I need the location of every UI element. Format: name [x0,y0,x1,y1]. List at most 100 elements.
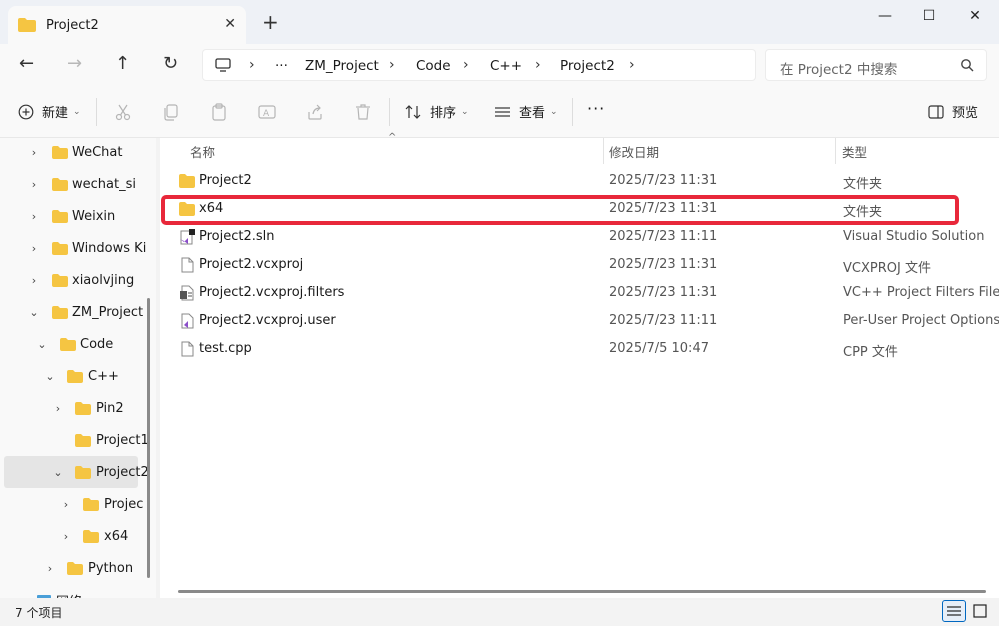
sidebar-scrollbar[interactable] [147,298,150,578]
minimize-button[interactable]: — [862,6,908,26]
close-window-button[interactable]: ✕ [952,6,998,26]
paste-icon[interactable] [209,102,229,122]
column-divider[interactable] [603,138,604,164]
breadcrumb-zm-project[interactable]: ZM_Project [305,58,379,74]
breadcrumb-overflow[interactable]: ··· [275,58,288,74]
tree-item-wechat[interactable]: › WeChat [0,138,150,168]
chevron-right-icon[interactable]: › [535,57,541,73]
search-input[interactable]: 在 Project2 中搜索 [780,58,897,78]
column-header-name[interactable]: 名称 [190,142,215,161]
file-type: Visual Studio Solution [843,229,985,244]
tree-item-project2[interactable]: ⌄ Project2 [4,456,149,488]
tree-item-xiaolvjing[interactable]: › xiaolvjing [0,264,150,296]
column-divider[interactable] [835,138,836,164]
file-row-project2-vcxproj-user[interactable]: Project2.vcxproj.user 2025/7/23 11:11 Pe… [160,307,999,335]
delete-icon[interactable] [353,102,373,122]
tree-item-label: WeChat [72,144,123,160]
chevron-down-icon[interactable]: ⌄ [28,306,40,319]
column-header-type[interactable]: 类型 [842,142,867,161]
chevron-right-icon[interactable]: › [389,57,395,73]
search-box[interactable]: 在 Project2 中搜索 [765,49,987,81]
folder-icon [52,305,68,319]
tree-item-code[interactable]: ⌄ Code [0,328,150,360]
chevron-right-icon[interactable]: › [60,498,72,511]
tab-project2[interactable]: Project2 ✕ [8,6,246,44]
vs-solution-icon [180,229,195,245]
cut-icon[interactable] [113,102,133,122]
tree-item-weixin[interactable]: › Weixin [0,200,150,232]
share-icon[interactable] [305,102,325,122]
file-row-project2-vcxproj-filters[interactable]: Project2.vcxproj.filters 2025/7/23 11:31… [160,279,999,307]
new-label: 新建 [42,106,69,121]
file-name: Project2.sln [199,229,275,244]
file-type: 文件夹 [843,177,883,192]
computer-icon [215,58,231,72]
tree-item-label: Pin2 [96,400,124,416]
details-view-button[interactable] [942,600,966,622]
chevron-right-icon[interactable]: › [629,57,635,73]
file-row-project2[interactable]: Project2 2025/7/23 11:31 文件夹 [160,167,999,195]
tree-item-windows-kits[interactable]: › Windows Ki [0,232,150,264]
forward-arrow-icon[interactable]: → [67,54,82,74]
preview-pane-button[interactable]: 预览 [928,102,978,121]
more-options-button[interactable]: ··· [587,99,605,118]
folder-icon [67,369,83,383]
file-row-project2-vcxproj[interactable]: Project2.vcxproj 2025/7/23 11:31 VCXPROJ… [160,251,999,279]
folder-icon [52,241,68,255]
back-arrow-icon[interactable]: ← [19,54,34,74]
chevron-down-icon[interactable]: ⌄ [52,466,64,479]
chevron-right-icon[interactable]: › [60,530,72,543]
tree-item-x64[interactable]: › x64 [0,520,150,552]
sort-button[interactable]: 排序 ⌄ [405,102,469,121]
chevron-right-icon: › [249,57,255,73]
horizontal-scrollbar[interactable] [178,590,986,593]
tree-item-python[interactable]: › Python [0,552,150,584]
chevron-right-icon[interactable]: › [28,146,40,159]
folder-icon [52,209,68,223]
copy-icon[interactable] [161,102,181,122]
filters-file-icon [180,285,194,301]
tiles-view-button[interactable] [968,600,992,622]
up-arrow-icon[interactable]: ↑ [115,54,130,74]
chevron-right-icon[interactable]: › [28,210,40,223]
breadcrumb-cpp[interactable]: C++ [490,58,522,74]
refresh-icon[interactable]: ↻ [163,54,178,74]
column-header-date[interactable]: 修改日期 [609,142,659,161]
view-button[interactable]: 查看 ⌄ [494,102,558,121]
tree-item-project1[interactable]: Project1 [0,424,150,456]
tree-item-wechat-si[interactable]: › wechat_si [0,168,150,200]
rename-icon[interactable]: A [257,102,277,122]
tree-item-projec[interactable]: › Projec [0,488,150,520]
chevron-right-icon[interactable]: › [463,57,469,73]
chevron-right-icon[interactable]: › [28,242,40,255]
chevron-right-icon[interactable]: › [44,562,56,575]
new-tab-button[interactable]: + [262,12,279,32]
file-name: Project2.vcxproj.user [199,313,336,328]
file-row-test-cpp[interactable]: test.cpp 2025/7/5 10:47 CPP 文件 [160,335,999,363]
file-row-project2-sln[interactable]: Project2.sln 2025/7/23 11:11 Visual Stud… [160,223,999,251]
tree-item-cpp[interactable]: ⌄ C++ [0,360,150,392]
tree-item-label: wechat_si [72,176,136,192]
tree-item-zm-project[interactable]: ⌄ ZM_Project [0,296,150,328]
search-icon[interactable] [960,58,974,72]
file-name: Project2.vcxproj.filters [199,285,345,300]
chevron-down-icon[interactable]: ⌄ [36,338,48,351]
chevron-right-icon[interactable]: › [52,402,64,415]
vs-user-icon [180,313,194,329]
view-label: 查看 [519,106,546,121]
breadcrumb-code[interactable]: Code [416,58,451,74]
chevron-right-icon[interactable]: › [28,274,40,287]
tree-item-pin2[interactable]: › Pin2 [0,392,150,424]
file-icon [181,341,194,357]
close-tab-icon[interactable]: ✕ [224,16,236,32]
chevron-down-icon[interactable]: ⌄ [44,370,56,383]
maximize-button[interactable]: ☐ [906,6,952,26]
breadcrumb-project2[interactable]: Project2 [560,58,615,74]
new-button[interactable]: 新建 ⌄ [18,102,81,121]
address-bar[interactable]: › ··· ZM_Project › Code › C++ › Project2… [202,49,756,81]
tree-item-network[interactable]: › 网络 [0,584,150,598]
chevron-right-icon[interactable]: › [28,178,40,191]
folder-icon [52,177,68,191]
sort-label: 排序 [430,106,457,121]
tree-item-label: Code [80,336,114,352]
